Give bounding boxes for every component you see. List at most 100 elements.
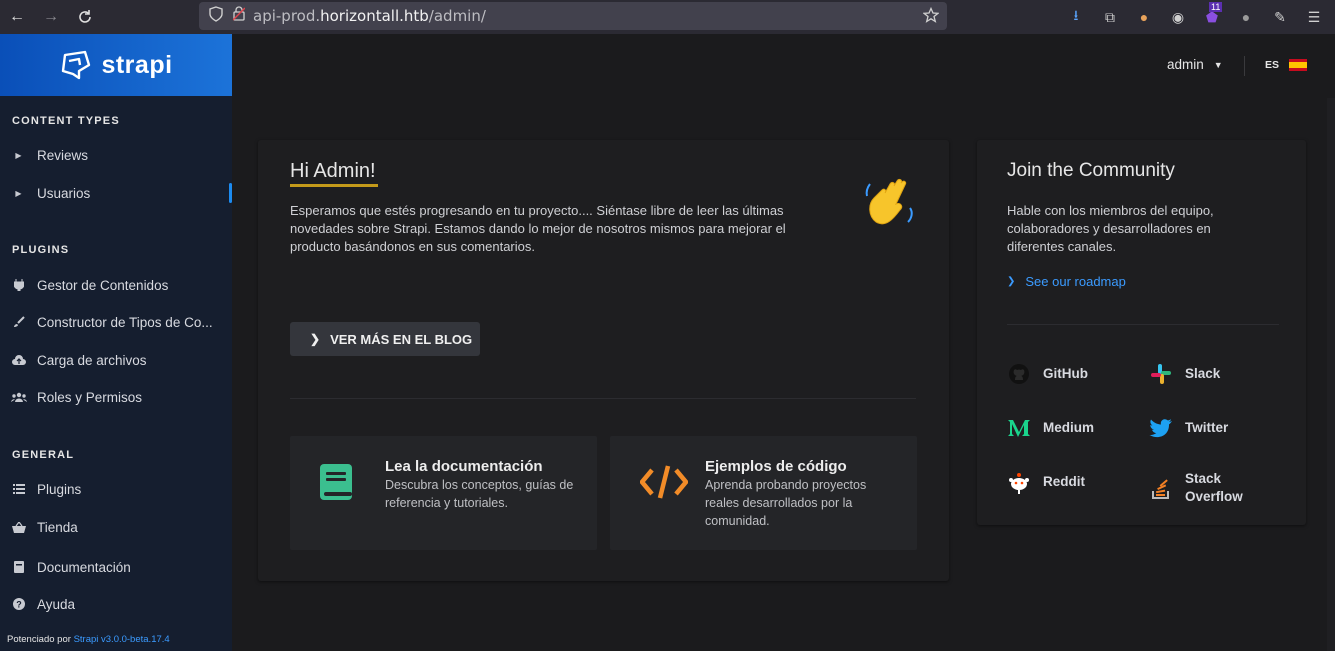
stackoverflow-label: Stack Overflow (1185, 471, 1243, 504)
title-underline (290, 184, 378, 187)
section-divider (290, 398, 916, 399)
documentation-card[interactable]: Lea la documentación Descubra los concep… (290, 436, 597, 550)
chevron-right-icon: ❯ (1007, 276, 1016, 287)
logo[interactable]: strapi (0, 34, 232, 96)
sidebar-item-upload[interactable]: Carga de archivos (0, 345, 232, 375)
user-menu[interactable]: admin ▼ (1167, 57, 1223, 72)
sidebar-item-label: Reviews (37, 147, 89, 163)
spain-flag-icon (1289, 59, 1308, 71)
medium-icon (1007, 416, 1031, 440)
sidebar-item-label: Plugins (37, 481, 82, 497)
url-text[interactable]: api-prod.horizontall.htb/admin/ (253, 7, 486, 25)
slack-label: Slack (1185, 366, 1221, 381)
waving-hand-icon (862, 174, 918, 235)
active-indicator (229, 183, 232, 203)
scrollbar[interactable] (1327, 98, 1335, 651)
cloud-upload-icon (0, 355, 37, 365)
community-title: Join the Community (1007, 160, 1175, 181)
sidebar-item-label: Gestor de Contenidos (37, 277, 169, 293)
slack-icon (1149, 362, 1173, 386)
caret-right-icon: ▶ (15, 188, 22, 198)
forward-icon[interactable]: → (34, 0, 68, 34)
code-examples-desc: Aprenda probando proyectos reales desarr… (705, 478, 867, 528)
code-examples-card[interactable]: Ejemplos de código Aprenda probando proy… (610, 436, 917, 550)
sidebar-item-plugins[interactable]: Plugins (0, 474, 232, 504)
list-icon (0, 484, 37, 494)
logo-text: strapi (101, 50, 173, 79)
user-name: admin (1167, 57, 1204, 72)
twitter-icon (1149, 416, 1173, 440)
basket-icon (0, 521, 37, 533)
medium-link[interactable]: Medium (1007, 416, 1094, 440)
pen-extension-icon[interactable]: ✎ (1271, 8, 1289, 26)
github-icon (1007, 362, 1031, 386)
roadmap-link[interactable]: ❯ See our roadmap (1007, 274, 1126, 289)
community-card: Join the Community Hable con los miembro… (977, 140, 1306, 525)
welcome-card: Hi Admin! Esperamos que estés progresand… (258, 140, 949, 581)
sidebar-item-usuarios[interactable]: ▶ Usuarios (0, 178, 232, 208)
reload-icon[interactable] (68, 0, 102, 34)
documentation-desc: Descubra los conceptos, guías de referen… (385, 478, 574, 510)
paint-brush-icon (0, 316, 37, 328)
welcome-text: Esperamos que estés progresando en tu pr… (290, 203, 786, 254)
header-divider (1244, 56, 1245, 76)
language-switcher[interactable]: ES (1265, 59, 1308, 71)
reddit-icon (1007, 470, 1031, 494)
shield-icon[interactable] (209, 5, 223, 27)
plugins-title: PLUGINS (12, 244, 70, 256)
star-icon[interactable] (922, 6, 940, 28)
reddit-link[interactable]: Reddit (1007, 470, 1085, 494)
sidebar-item-label: Tienda (37, 519, 78, 535)
strapi-version-link[interactable]: Strapi v3.0.0-beta.17.4 (74, 634, 170, 645)
powered-by: Potenciado por Strapi v3.0.0-beta.17.4 (7, 634, 170, 645)
sidebar-item-store[interactable]: Tienda (0, 512, 232, 542)
question-circle-icon: ? (0, 598, 37, 610)
github-label: GitHub (1043, 366, 1088, 381)
svg-text:?: ? (16, 600, 22, 610)
sidebar-item-content-manager[interactable]: Gestor de Contenidos (0, 270, 232, 300)
content-types-title: CONTENT TYPES (12, 115, 120, 127)
download-icon[interactable]: ⭳ (1067, 7, 1085, 26)
stackoverflow-icon (1149, 476, 1173, 500)
strapi-logo-icon (62, 50, 91, 80)
reddit-label: Reddit (1043, 474, 1085, 489)
github-link[interactable]: GitHub (1007, 362, 1088, 386)
menu-icon[interactable]: ☰ (1305, 8, 1323, 26)
sidebar-item-label: Carga de archivos (37, 352, 147, 368)
roadmap-label: See our roadmap (1025, 274, 1126, 289)
lock-icon[interactable] (232, 6, 246, 26)
sidebar-item-label: Roles y Permisos (37, 389, 143, 405)
sidebar-item-documentation[interactable]: Documentación (0, 552, 232, 582)
welcome-title: Hi Admin! (290, 160, 376, 182)
community-divider (1007, 324, 1279, 325)
sidebar-item-label: Usuarios (37, 185, 91, 201)
slack-link[interactable]: Slack (1149, 362, 1220, 386)
book-icon (0, 561, 37, 573)
address-bar[interactable]: api-prod.horizontall.htb/admin/ (199, 2, 947, 30)
twitter-label: Twitter (1185, 420, 1229, 435)
blog-button[interactable]: ❯ VER MÁS EN EL BLOG (290, 322, 480, 356)
users-icon (0, 392, 37, 402)
language-code: ES (1265, 59, 1280, 71)
badge-extension-icon[interactable]: ⬟ 11 (1203, 2, 1223, 26)
browser-toolbar: ← → api-prod.horizontall.htb/admin/ ⭳ ⧉ … (0, 0, 1335, 34)
sidebar-item-reviews[interactable]: ▶ Reviews (0, 140, 232, 170)
code-icon (639, 464, 689, 505)
ghost-extension-icon[interactable]: ● (1237, 8, 1255, 26)
book-icon (318, 464, 354, 509)
mask-extension-icon[interactable]: ◉ (1169, 8, 1187, 26)
cookie-extension-icon[interactable]: ● (1135, 8, 1153, 26)
sidebar-item-help[interactable]: ? Ayuda (0, 589, 232, 619)
sidebar-item-roles-permissions[interactable]: Roles y Permisos (0, 382, 232, 412)
stackoverflow-link[interactable]: Stack Overflow (1149, 470, 1255, 506)
plug-icon (0, 279, 37, 291)
back-icon[interactable]: ← (0, 0, 34, 34)
medium-label: Medium (1043, 420, 1095, 435)
extensions-icon[interactable]: ⧉ (1101, 8, 1119, 26)
chevron-right-icon: ❯ (310, 332, 321, 346)
blog-button-label: VER MÁS EN EL BLOG (330, 331, 473, 347)
powered-by-prefix: Potenciado por (7, 634, 71, 645)
twitter-link[interactable]: Twitter (1149, 416, 1228, 440)
caret-down-icon: ▼ (1213, 59, 1223, 70)
sidebar-item-content-type-builder[interactable]: Constructor de Tipos de Co... (0, 307, 232, 337)
